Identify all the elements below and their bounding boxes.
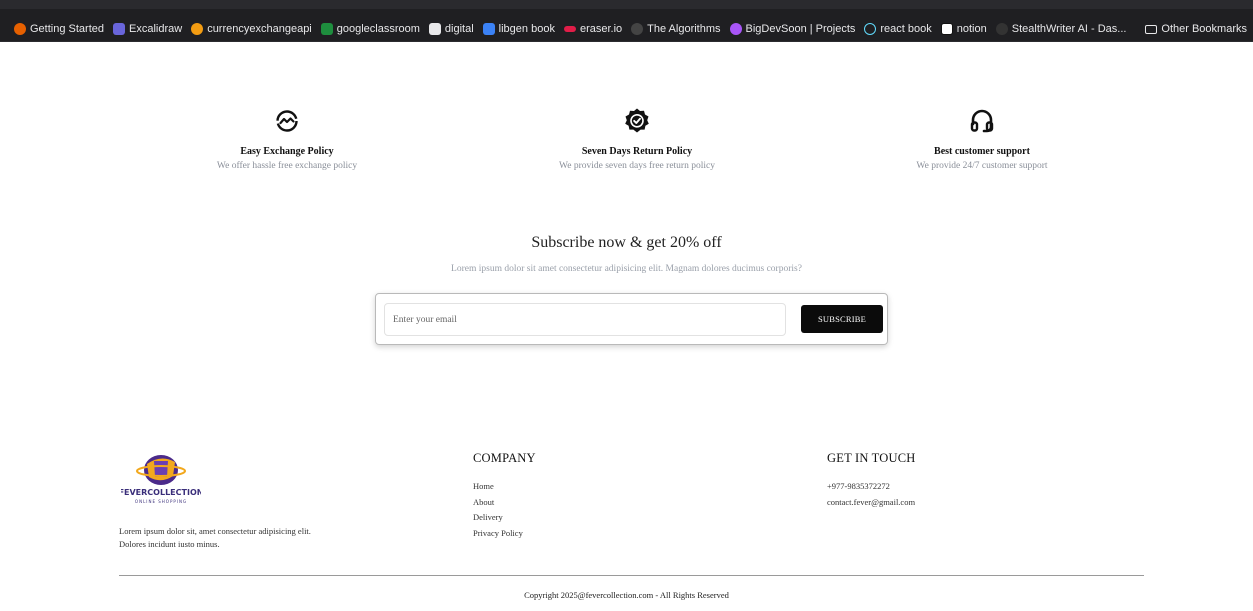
github-icon [631, 23, 644, 35]
window-top-strip [0, 0, 1253, 9]
book-icon [482, 23, 495, 35]
eraser-icon [563, 26, 576, 32]
bookmarks-bar: Getting Started Excalidraw currencyexcha… [0, 0, 1253, 42]
bookmark-googleclassroom[interactable]: googleclassroom [320, 23, 420, 35]
other-bookmarks[interactable]: Other Bookmarks [1145, 19, 1247, 39]
bookmark-libgen-book[interactable]: libgen book [482, 23, 555, 35]
bookmark-notion[interactable]: notion [940, 23, 987, 35]
policy-title: Best customer support [934, 146, 1030, 157]
policy-title: Seven Days Return Policy [581, 146, 693, 157]
policy-support: Best customer support We provide 24/7 cu… [832, 106, 1132, 171]
subscribe-title: Subscribe now & get 20% off [531, 234, 722, 251]
policy-description: We offer hassle free exchange policy [216, 161, 358, 171]
subscribe-button[interactable]: SUBSCRIBE [801, 305, 883, 333]
footer-link-home[interactable]: Home [473, 479, 523, 495]
policy-description: We provide seven days free return policy [559, 161, 715, 171]
contact-heading: GET IN TOUCH [827, 451, 916, 465]
classroom-icon [320, 23, 333, 35]
logo-subtext: ONLINE SHOPPING [135, 499, 187, 504]
contact-phone: +977-9835372272 [827, 481, 890, 491]
footer-link-about[interactable]: About [473, 495, 523, 511]
bigdevsoon-icon [729, 23, 742, 35]
bookmark-react-book[interactable]: react book [864, 23, 932, 35]
company-heading: COMPANY [473, 451, 536, 465]
policy-description: We provide 24/7 customer support [916, 161, 1048, 171]
logo-text: FEVERCOLLECTION [121, 488, 201, 497]
bookmark-the-algorithms[interactable]: The Algorithms [631, 23, 721, 35]
company-links: Home About Delivery Privacy Policy [473, 479, 523, 541]
footer-about: Lorem ipsum dolor sit, amet consectetur … [119, 525, 379, 551]
bookmark-excalidraw[interactable]: Excalidraw [113, 23, 182, 35]
policy-return: Seven Days Return Policy We provide seve… [487, 106, 787, 171]
policy-exchange: Easy Exchange Policy We offer hassle fre… [137, 106, 437, 171]
firefox-icon [14, 23, 26, 35]
currency-icon [191, 23, 204, 35]
email-input[interactable] [384, 303, 786, 336]
bookmark-stealthwriter[interactable]: StealthWriter AI - Das... [995, 23, 1126, 35]
subscribe-form: SUBSCRIBE [375, 293, 888, 345]
bookmark-bigdevsoon[interactable]: BigDevSoon | Projects [729, 23, 855, 35]
react-icon [864, 23, 877, 35]
bookmark-list: Getting Started Excalidraw currencyexcha… [14, 19, 1126, 39]
verified-badge-icon [625, 108, 649, 133]
footer-about-line-2: Dolores incidunt iusto minus. [119, 539, 220, 549]
exchange-icon [276, 110, 298, 132]
bookmark-eraser-io[interactable]: eraser.io [563, 23, 622, 35]
headset-icon [970, 109, 994, 133]
folder-icon [1145, 24, 1158, 34]
contact-email[interactable]: contact.fever@gmail.com [827, 495, 915, 511]
footer-link-delivery[interactable]: Delivery [473, 510, 523, 526]
image-icon [428, 23, 441, 35]
contact-info: +977-9835372272 contact.fever@gmail.com [827, 479, 915, 510]
stealthwriter-icon [995, 23, 1008, 35]
copyright-text: Copyright 2025@fevercollection.com - All… [524, 590, 729, 600]
notion-icon [940, 23, 953, 35]
bookmark-getting-started[interactable]: Getting Started [14, 23, 104, 35]
subscribe-description: Lorem ipsum dolor sit amet consectetur a… [451, 264, 802, 274]
bookmark-currencyexchangeapi[interactable]: currencyexchangeapi [191, 23, 312, 35]
fevercollection-logo: FEVERCOLLECTION ONLINE SHOPPING [121, 455, 201, 504]
footer-divider [119, 575, 1144, 576]
footer-link-privacy-policy[interactable]: Privacy Policy [473, 526, 523, 542]
excalidraw-icon [113, 23, 125, 35]
policy-title: Easy Exchange Policy [240, 146, 334, 157]
bookmark-digital[interactable]: digital [428, 23, 474, 35]
footer-about-line-1: Lorem ipsum dolor sit, amet consectetur … [119, 526, 311, 536]
